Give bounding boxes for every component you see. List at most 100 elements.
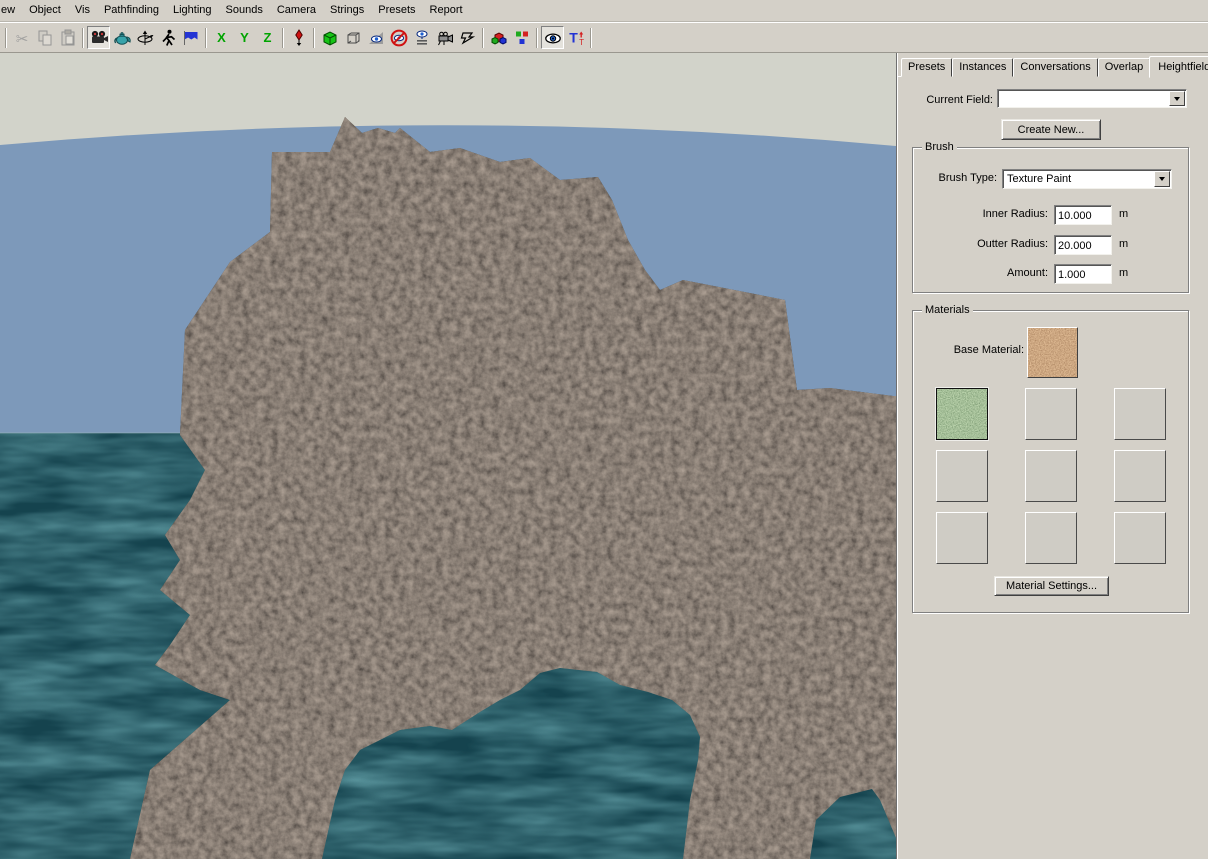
brush-type-label: Brush Type: [917, 172, 997, 184]
unit-label: m [1119, 267, 1128, 279]
menu-presets[interactable]: Presets [371, 0, 422, 21]
material-slot-5[interactable] [1025, 450, 1077, 502]
solid-view-button[interactable] [318, 26, 341, 49]
materials-group: Materials Base Material: Material Settin… [912, 310, 1189, 613]
material-slot-8[interactable] [1025, 512, 1077, 564]
viewport-3d-scene [0, 53, 896, 859]
menu-report[interactable]: Report [423, 0, 470, 21]
brush-type-value: Texture Paint [1003, 172, 1153, 187]
show-visibility-button[interactable] [364, 26, 387, 49]
unit-label: m [1119, 238, 1128, 250]
rgb-cubes-button[interactable] [487, 26, 510, 49]
menu-sounds[interactable]: Sounds [219, 0, 270, 21]
toolbar-separator [282, 28, 284, 48]
dropdown-arrow-button[interactable] [1169, 91, 1185, 106]
unit-label: m [1119, 208, 1128, 220]
toolbar-separator [536, 28, 538, 48]
material-slot-7[interactable] [936, 512, 988, 564]
material-slot-6[interactable] [1114, 450, 1166, 502]
svg-text:T: T [569, 29, 578, 45]
brush-type-combo[interactable]: Texture Paint [1002, 169, 1172, 189]
text-labels-icon: TT [566, 28, 586, 48]
tab-instances[interactable]: Instances [952, 58, 1013, 77]
visibility-layers-button[interactable] [410, 26, 433, 49]
menu-ew[interactable]: ew [0, 0, 22, 21]
plumb-button[interactable] [287, 26, 310, 49]
inner-radius-input[interactable] [1054, 205, 1112, 225]
paste-button [56, 26, 79, 49]
svg-text:T: T [579, 38, 584, 47]
walk-mode-button[interactable] [156, 26, 179, 49]
base-material-swatch[interactable] [1027, 327, 1078, 378]
plumb-icon [289, 28, 309, 48]
walk-mode-icon [158, 28, 178, 48]
color-swatches-icon [512, 28, 532, 48]
toolbar: ✂ XYZ TT [0, 22, 1208, 53]
outter-radius-label: Outter Radius: [918, 238, 1048, 250]
teapot-icon [112, 28, 132, 48]
material-settings-button[interactable]: Material Settings... [994, 576, 1109, 596]
outter-radius-input[interactable] [1054, 235, 1112, 255]
menu-strings[interactable]: Strings [323, 0, 371, 21]
menu-camera[interactable]: Camera [270, 0, 323, 21]
tab-overlap[interactable]: Overlap [1098, 58, 1151, 77]
current-field-combo[interactable] [997, 89, 1187, 108]
visibility-layers-icon [412, 28, 432, 48]
toolbar-separator [590, 28, 592, 48]
show-eye-icon [543, 28, 563, 48]
copy-icon [35, 28, 55, 48]
axis-z-button[interactable]: Z [256, 26, 279, 49]
menu-vis[interactable]: Vis [68, 0, 97, 21]
rotate-gizmo-button[interactable] [133, 26, 156, 49]
application-window: ewObjectVisPathfindingLightingSoundsCame… [0, 0, 1208, 859]
material-slot-2[interactable] [1025, 388, 1077, 440]
axis-x-icon: X [217, 30, 226, 45]
brush-group: Brush Brush Type: Texture Paint Inner Ra… [912, 147, 1189, 293]
flag-button[interactable] [179, 26, 202, 49]
copy-button [33, 26, 56, 49]
menu-lighting[interactable]: Lighting [166, 0, 219, 21]
menu-pathfinding[interactable]: Pathfinding [97, 0, 166, 21]
tab-presets[interactable]: Presets [901, 58, 952, 77]
toolbar-separator [82, 28, 84, 48]
camera-button[interactable] [87, 26, 110, 49]
text-labels-button[interactable]: TT [564, 26, 587, 49]
material-slot-1[interactable] [936, 388, 988, 440]
tab-heightfield[interactable]: Heightfield [1149, 56, 1208, 78]
toolbar-separator [5, 28, 7, 48]
rotate-gizmo-icon [135, 28, 155, 48]
brush-group-title: Brush [922, 141, 957, 153]
polygon-tool-icon [458, 28, 478, 48]
main-content: PresetsInstancesConversationsOverlapHeig… [0, 53, 1208, 859]
current-field-label: Current Field: [906, 94, 993, 106]
toolbar-separator [205, 28, 207, 48]
chevron-down-icon [1174, 97, 1180, 101]
flag-icon [181, 28, 201, 48]
camera-view-button[interactable] [433, 26, 456, 49]
menu-bar: ewObjectVisPathfindingLightingSoundsCame… [0, 0, 1208, 22]
axis-y-icon: Y [240, 30, 249, 45]
hide-visibility-button[interactable] [387, 26, 410, 49]
grass-texture [937, 389, 987, 439]
polygon-tool-button[interactable] [456, 26, 479, 49]
color-swatches-button[interactable] [510, 26, 533, 49]
create-new-button[interactable]: Create New... [1001, 119, 1101, 140]
material-slot-4[interactable] [936, 450, 988, 502]
materials-group-title: Materials [922, 304, 973, 316]
teapot-button[interactable] [110, 26, 133, 49]
svg-text:✂: ✂ [15, 31, 28, 48]
material-slot-9[interactable] [1114, 512, 1166, 564]
show-eye-button[interactable] [541, 26, 564, 49]
axis-y-button[interactable]: Y [233, 26, 256, 49]
inner-radius-label: Inner Radius: [918, 208, 1048, 220]
tab-conversations[interactable]: Conversations [1013, 58, 1097, 77]
axis-x-button[interactable]: X [210, 26, 233, 49]
viewport-3d[interactable] [0, 53, 897, 859]
wireframe-view-button[interactable] [341, 26, 364, 49]
menu-object[interactable]: Object [22, 0, 68, 21]
amount-input[interactable] [1054, 264, 1112, 284]
axis-z-icon: Z [264, 30, 272, 45]
dropdown-arrow-button[interactable] [1154, 171, 1170, 187]
material-slot-3[interactable] [1114, 388, 1166, 440]
cut-icon: ✂ [12, 28, 32, 48]
